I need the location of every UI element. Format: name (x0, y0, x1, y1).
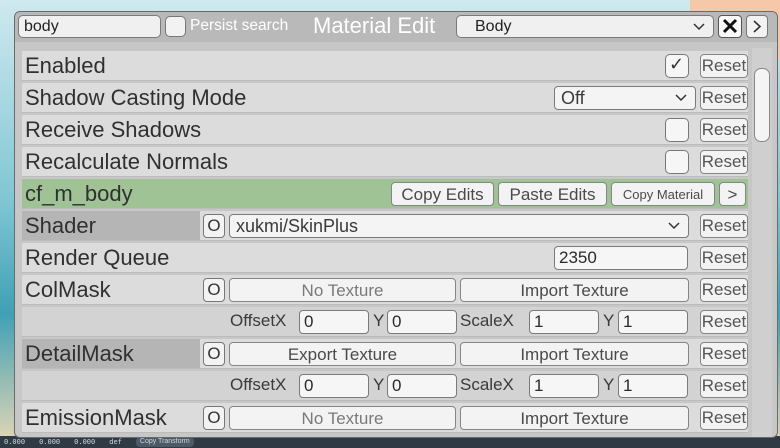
close-icon (722, 18, 738, 34)
reset-button[interactable]: Reset (700, 374, 748, 398)
scrollbar-thumb[interactable] (754, 68, 770, 142)
render-queue-input[interactable]: 2350 (554, 246, 688, 270)
scale-y-label: Y (603, 311, 615, 330)
enabled-row: Enabled ✓ Reset (22, 51, 748, 81)
coord-tag: def (109, 438, 122, 446)
window-title: Material Edit (313, 13, 436, 38)
render-queue-row: Render Queue 2350 Reset (22, 243, 748, 273)
reset-button[interactable]: Reset (700, 150, 748, 174)
shadow-casting-label: Shadow Casting Mode (25, 85, 247, 110)
object-select[interactable]: Body (456, 15, 714, 38)
enabled-label: Enabled (25, 53, 106, 78)
detailmask-row: DetailMask O Export Texture Import Textu… (22, 339, 748, 369)
next-button[interactable] (746, 15, 768, 38)
material-editor-window: Persist search Material Edit Body Enable… (14, 11, 778, 438)
scale-y-input[interactable]: 1 (618, 374, 688, 398)
detailmask-o-button[interactable]: O (203, 342, 225, 366)
recalc-normals-label: Recalculate Normals (25, 149, 228, 174)
reset-button[interactable]: Reset (700, 214, 748, 238)
material-name: cf_m_body (25, 181, 133, 206)
check-icon: ✓ (669, 54, 685, 75)
emissionmask-texture-button[interactable]: No Texture (229, 406, 456, 430)
scale-x-input[interactable]: 1 (529, 374, 599, 398)
receive-shadows-label: Receive Shadows (25, 117, 202, 142)
shader-o-button[interactable]: O (203, 214, 225, 238)
shader-select[interactable]: xukmi/SkinPlus (229, 214, 689, 238)
colmask-o-button[interactable]: O (203, 278, 225, 302)
reset-button[interactable]: Reset (700, 342, 748, 366)
detailmask-offset-row: OffsetX 0 Y 0 ScaleX 1 Y 1 Reset (22, 371, 748, 401)
colmask-import-button[interactable]: Import Texture (460, 278, 689, 302)
receive-shadows-checkbox[interactable] (665, 118, 689, 142)
paste-edits-button[interactable]: Paste Edits (498, 182, 607, 206)
offset-x-label: OffsetX (230, 375, 287, 394)
offset-y-input[interactable]: 0 (387, 374, 457, 398)
copy-edits-button[interactable]: Copy Edits (391, 182, 494, 206)
recalc-normals-row: Recalculate Normals Reset (22, 147, 748, 177)
reset-button[interactable]: Reset (700, 246, 748, 270)
coord-value-2: 0.000 (39, 438, 61, 446)
detailmask-export-button[interactable]: Export Texture (229, 342, 456, 366)
enabled-checkbox[interactable]: ✓ (665, 54, 689, 78)
offset-y-label: Y (373, 375, 385, 394)
render-queue-label: Render Queue (25, 245, 170, 270)
properties-list: Enabled ✓ Reset Shadow Casting Mode Off … (22, 48, 748, 437)
persist-search-label: Persist search (190, 17, 289, 34)
recalc-normals-checkbox[interactable] (665, 150, 689, 174)
chevron-down-icon (668, 222, 680, 230)
reset-button[interactable]: Reset (700, 310, 748, 334)
offset-x-label: OffsetX (230, 311, 287, 330)
shadow-casting-select[interactable]: Off (554, 86, 696, 110)
offset-x-input[interactable]: 0 (299, 374, 369, 398)
detailmask-import-button[interactable]: Import Texture (460, 342, 689, 366)
shadow-casting-row: Shadow Casting Mode Off Reset (22, 83, 748, 113)
reset-button[interactable]: Reset (700, 86, 748, 110)
detailmask-label: DetailMask (25, 341, 134, 366)
shader-label: Shader (25, 213, 96, 238)
chevron-right-icon (753, 20, 762, 33)
offset-y-label: Y (373, 311, 385, 330)
colmask-texture-button[interactable]: No Texture (229, 278, 456, 302)
coord-value-1: 0.000 (4, 438, 26, 446)
shader-row: Shader O xukmi/SkinPlus Reset (22, 211, 748, 241)
offset-x-input[interactable]: 0 (299, 310, 369, 334)
material-header-row: cf_m_body Copy Edits Paste Edits Copy Ma… (22, 179, 748, 209)
emissionmask-row: EmissionMask O No Texture Import Texture… (22, 403, 748, 433)
search-input[interactable] (18, 15, 161, 38)
scale-x-label: ScaleX (460, 375, 514, 394)
shader-value: xukmi/SkinPlus (236, 216, 359, 236)
scrollbar[interactable] (752, 48, 772, 437)
copy-material-button[interactable]: Copy Material (611, 182, 715, 206)
colmask-label: ColMask (25, 277, 111, 302)
material-more-button[interactable]: > (719, 182, 746, 206)
copy-transform-button[interactable]: Copy Transform (135, 437, 194, 447)
colmask-row: ColMask O No Texture Import Texture Rese… (22, 275, 748, 305)
object-select-value: Body (475, 18, 512, 35)
emissionmask-import-button[interactable]: Import Texture (460, 406, 689, 430)
shadow-casting-value: Off (561, 88, 585, 108)
scale-y-label: Y (603, 375, 615, 394)
title-bar[interactable]: Persist search Material Edit Body (15, 12, 777, 42)
scale-x-input[interactable]: 1 (529, 310, 599, 334)
scale-y-input[interactable]: 1 (618, 310, 688, 334)
scale-x-label: ScaleX (460, 311, 514, 330)
close-button[interactable] (718, 15, 742, 38)
persist-search-toggle[interactable] (165, 16, 186, 37)
coord-value-3: 0.000 (74, 438, 96, 446)
chevron-down-icon (693, 22, 705, 30)
reset-button[interactable]: Reset (700, 278, 748, 302)
receive-shadows-row: Receive Shadows Reset (22, 115, 748, 145)
colmask-offset-row: OffsetX 0 Y 0 ScaleX 1 Y 1 Reset (22, 307, 748, 337)
emissionmask-o-button[interactable]: O (203, 406, 225, 430)
offset-y-input[interactable]: 0 (387, 310, 457, 334)
chevron-down-icon (675, 94, 687, 102)
emissionmask-label: EmissionMask (25, 405, 167, 430)
reset-button[interactable]: Reset (700, 406, 748, 430)
reset-button[interactable]: Reset (700, 118, 748, 142)
reset-button[interactable]: Reset (700, 54, 748, 78)
